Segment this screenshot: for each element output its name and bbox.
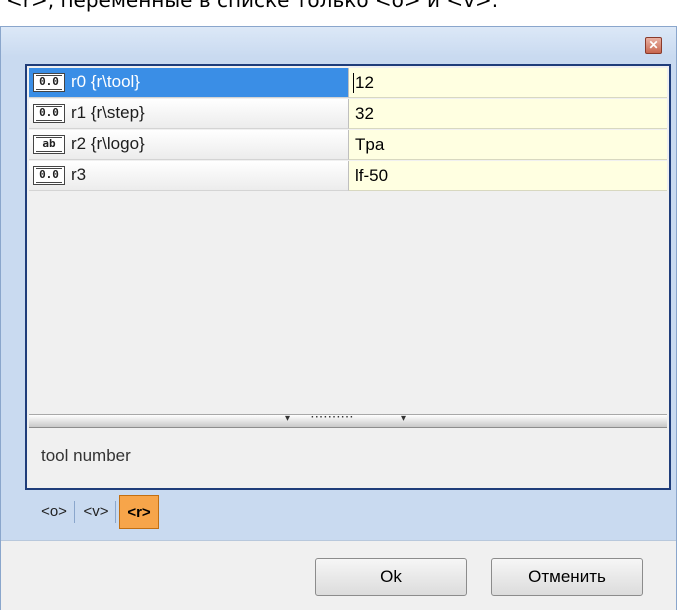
- variable-value[interactable]: Tpa: [355, 135, 384, 155]
- tab-separator: [74, 501, 75, 523]
- numeric-type-icon: 0.0: [33, 166, 65, 185]
- variable-value[interactable]: lf-50: [355, 166, 388, 186]
- string-type-icon: ab: [33, 135, 65, 154]
- name-cell[interactable]: 0.0 r3: [29, 161, 349, 191]
- tab-o[interactable]: <o>: [37, 495, 71, 529]
- text-caret: [353, 73, 354, 93]
- variable-name: r2 {r\logo}: [71, 134, 145, 153]
- grid-row-r3[interactable]: 0.0 r3 lf-50: [29, 161, 667, 192]
- close-button[interactable]: ✕: [645, 37, 662, 54]
- grid-row-r2[interactable]: ab r2 {r\logo} Tpa: [29, 130, 667, 161]
- grip-dots: ··········: [311, 412, 355, 423]
- variable-name: r3: [71, 165, 87, 184]
- variable-name: r0 {r\tool}: [71, 72, 140, 91]
- name-cell[interactable]: 0.0 r0 {r\tool}: [29, 68, 349, 98]
- ok-button[interactable]: Ok: [315, 558, 467, 596]
- tab-r[interactable]: <r>: [119, 495, 159, 529]
- close-icon: ✕: [648, 38, 659, 52]
- numeric-type-icon: 0.0: [33, 73, 65, 92]
- name-cell[interactable]: ab r2 {r\logo}: [29, 130, 349, 160]
- variables-grid: 0.0 r0 {r\tool} 12 0.0 r1 {r\step} 32 ab…: [29, 68, 667, 414]
- button-bar: Ok Отменить: [1, 540, 676, 610]
- cancel-button[interactable]: Отменить: [491, 558, 643, 596]
- splitter-handle[interactable]: ▾ ·········· ▾: [29, 412, 667, 428]
- variables-panel: 0.0 r0 {r\tool} 12 0.0 r1 {r\step} 32 ab…: [25, 64, 671, 490]
- tab-separator: [115, 501, 116, 523]
- grid-row-r1[interactable]: 0.0 r1 {r\step} 32: [29, 99, 667, 130]
- tab-v[interactable]: <v>: [79, 495, 113, 529]
- dialog-window: ✕ 0.0 r0 {r\tool} 12 0.0 r1 {r\step} 32 …: [0, 26, 677, 610]
- background-text: <r>, переменные в списке только <o> и <v…: [6, 0, 499, 12]
- description-area: tool number: [29, 428, 667, 486]
- chevron-down-icon: ▾: [401, 413, 407, 424]
- name-cell[interactable]: 0.0 r1 {r\step}: [29, 99, 349, 129]
- numeric-type-icon: 0.0: [33, 104, 65, 123]
- variable-value[interactable]: 12: [355, 73, 374, 93]
- value-cell[interactable]: Tpa: [349, 130, 667, 160]
- value-cell[interactable]: 12: [349, 68, 667, 98]
- chevron-down-icon: ▾: [285, 413, 291, 424]
- value-cell[interactable]: 32: [349, 99, 667, 129]
- description-text: tool number: [41, 446, 131, 465]
- grid-row-r0[interactable]: 0.0 r0 {r\tool} 12: [29, 68, 667, 99]
- variable-name: r1 {r\step}: [71, 103, 145, 122]
- value-cell[interactable]: lf-50: [349, 161, 667, 191]
- variable-value[interactable]: 32: [355, 104, 374, 124]
